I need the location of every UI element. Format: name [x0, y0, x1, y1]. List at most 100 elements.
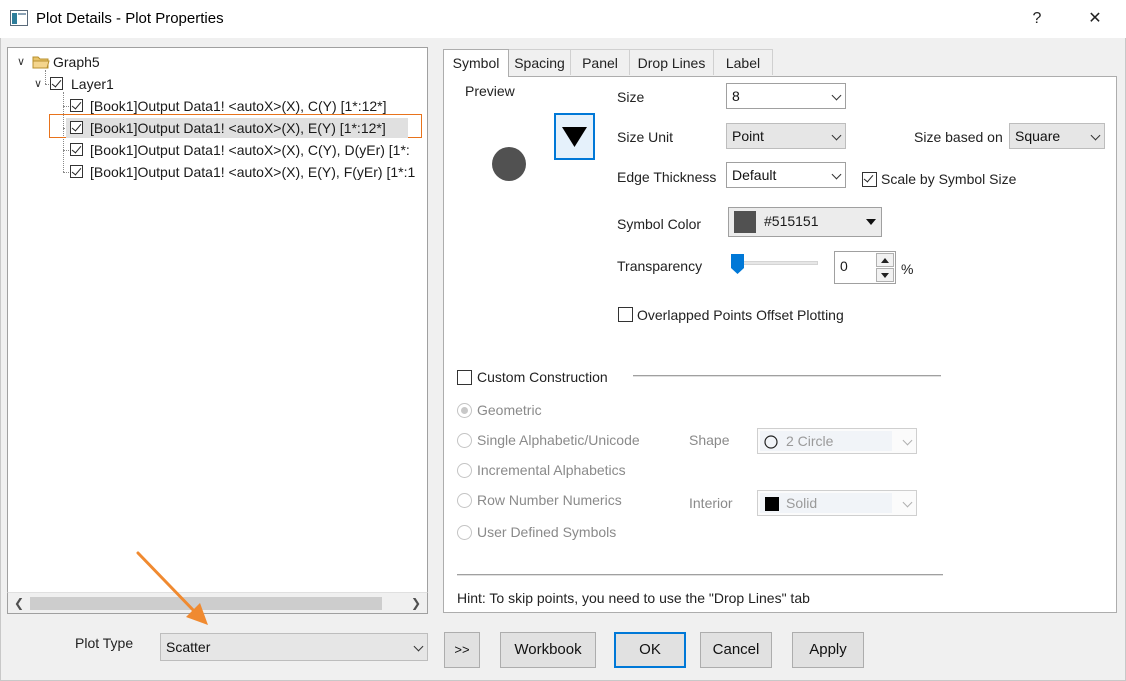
plot-label: [Book1]Output Data1! <autoX>(X), C(Y) [1…: [90, 98, 387, 114]
transparency-value: 0: [840, 258, 848, 274]
circle-outline-icon: [764, 435, 778, 449]
transparency-spinbox[interactable]: 0: [834, 251, 896, 284]
tree-item-plot[interactable]: [Book1]Output Data1! <autoX>(X), C(Y), D…: [8, 140, 427, 160]
caret-down-icon: [866, 219, 876, 225]
plot-checkbox[interactable]: [70, 143, 83, 156]
symbol-preview: [492, 147, 526, 181]
help-button[interactable]: ?: [1014, 6, 1060, 32]
plot-checkbox[interactable]: [70, 121, 83, 134]
chevron-down-icon: [413, 641, 424, 652]
radio-incremental-alphabetics-label[interactable]: Incremental Alphabetics: [477, 462, 626, 478]
size-based-on-label: Size based on: [914, 129, 1003, 145]
tab-panel[interactable]: Panel: [570, 49, 630, 75]
separator-line: [457, 574, 943, 577]
shape-label: Shape: [689, 432, 730, 448]
radio-geometric[interactable]: [457, 403, 472, 418]
close-button[interactable]: ✕: [1072, 6, 1118, 32]
edge-thickness-combo[interactable]: Default: [726, 162, 846, 188]
edge-thickness-value: Default: [732, 167, 777, 183]
spin-up-icon: [881, 258, 889, 263]
radio-incremental-alphabetics[interactable]: [457, 463, 472, 478]
transparency-slider-track[interactable]: [736, 261, 818, 265]
workbook-button[interactable]: Workbook: [500, 632, 596, 668]
interior-combo[interactable]: Solid: [757, 490, 917, 516]
radio-user-defined-symbols[interactable]: [457, 525, 472, 540]
symbol-color-value: #515151: [764, 213, 819, 229]
interior-label: Interior: [689, 495, 733, 511]
plot-type-value: Scatter: [166, 639, 211, 655]
scale-by-symbol-size-checkbox[interactable]: [862, 172, 877, 187]
symbol-gallery-button[interactable]: [554, 113, 595, 160]
cancel-button[interactable]: Cancel: [700, 632, 772, 668]
window-title: Plot Details - Plot Properties: [36, 10, 224, 27]
transparency-slider-thumb[interactable]: [730, 253, 746, 275]
scroll-right-icon[interactable]: ❯: [407, 594, 425, 612]
app-icon: [10, 10, 28, 26]
custom-construction-checkbox[interactable]: [457, 370, 472, 385]
plot-checkbox[interactable]: [70, 165, 83, 178]
shape-value: 2 Circle: [786, 433, 834, 449]
spin-down-icon: [881, 273, 889, 278]
radio-single-alphabetic-label[interactable]: Single Alphabetic/Unicode: [477, 432, 651, 448]
size-combo[interactable]: 8: [726, 83, 846, 109]
apply-button[interactable]: Apply: [792, 632, 864, 668]
size-based-on-value: Square: [1015, 128, 1061, 144]
size-unit-value: Point: [732, 128, 764, 144]
expand-button[interactable]: >>: [444, 632, 480, 668]
size-unit-label: Size Unit: [617, 129, 674, 145]
tree-root-label: Graph5: [53, 54, 100, 70]
title-bar: Plot Details - Plot Properties ? ✕: [0, 0, 1126, 38]
chevron-down-icon: [1090, 130, 1101, 141]
tab-symbol[interactable]: Symbol: [443, 49, 509, 77]
tree-node-graph[interactable]: ∨ Graph5: [8, 52, 308, 72]
size-label: Size: [617, 89, 645, 105]
chevron-down-icon: [902, 435, 913, 446]
annotation-arrow-icon: [136, 551, 208, 625]
overlapped-points-checkbox[interactable]: [618, 307, 633, 322]
plot-label: [Book1]Output Data1! <autoX>(X), C(Y), D…: [90, 142, 410, 158]
chevron-down-icon: [902, 497, 913, 508]
custom-construction-label[interactable]: Custom Construction: [477, 369, 608, 385]
hint-text: Hint: To skip points, you need to use th…: [457, 590, 810, 606]
tree-item-plot[interactable]: [Book1]Output Data1! <autoX>(X), C(Y) [1…: [8, 96, 427, 116]
radio-single-alphabetic[interactable]: [457, 433, 472, 448]
plot-checkbox[interactable]: [70, 99, 83, 112]
color-swatch: [734, 211, 756, 233]
interior-value: Solid: [786, 495, 818, 511]
size-value: 8: [732, 88, 740, 104]
radio-user-defined-symbols-label[interactable]: User Defined Symbols: [477, 524, 616, 540]
scroll-left-icon[interactable]: ❮: [10, 594, 28, 612]
size-based-on-select[interactable]: Square: [1009, 123, 1105, 149]
chevron-down-icon: [831, 169, 842, 180]
preview-label: Preview: [465, 83, 515, 99]
ok-button[interactable]: OK: [614, 632, 686, 668]
overlapped-points-label[interactable]: Overlapped Points Offset Plotting: [637, 307, 844, 323]
scale-by-symbol-size-label[interactable]: Scale by Symbol Size: [881, 171, 1016, 187]
tree-layer-label: Layer1: [71, 76, 114, 92]
edge-thickness-label: Edge Thickness: [617, 169, 717, 185]
chevron-down-icon[interactable]: ∨: [34, 74, 42, 94]
chevron-down-icon[interactable]: ∨: [17, 52, 25, 72]
tab-drop-lines[interactable]: Drop Lines: [629, 49, 714, 75]
plot-label: [Book1]Output Data1! <autoX>(X), E(Y), F…: [90, 164, 416, 180]
solid-fill-icon: [765, 497, 779, 511]
spin-down-button[interactable]: [876, 268, 894, 282]
tab-spacing[interactable]: Spacing: [508, 49, 571, 75]
triangle-down-icon: [562, 127, 587, 147]
tab-label[interactable]: Label: [713, 49, 773, 75]
tree-node-layer[interactable]: ∨ Layer1: [8, 74, 308, 94]
layer-checkbox[interactable]: [50, 77, 63, 90]
plot-tree[interactable]: ∨ Graph5 ∨ Layer1 [Book1]Output Data1! <…: [7, 47, 428, 614]
radio-geometric-label[interactable]: Geometric: [477, 402, 542, 418]
size-unit-select[interactable]: Point: [726, 123, 846, 149]
radio-row-number-numerics-label[interactable]: Row Number Numerics: [477, 492, 622, 508]
tree-item-plot[interactable]: [Book1]Output Data1! <autoX>(X), E(Y), F…: [8, 162, 427, 182]
plot-type-select[interactable]: Scatter: [160, 633, 428, 661]
plot-label: [Book1]Output Data1! <autoX>(X), E(Y) [1…: [90, 120, 386, 136]
tree-item-plot[interactable]: [Book1]Output Data1! <autoX>(X), E(Y) [1…: [66, 118, 408, 138]
shape-combo[interactable]: 2 Circle: [757, 428, 917, 454]
symbol-color-label: Symbol Color: [617, 216, 702, 232]
radio-row-number-numerics[interactable]: [457, 493, 472, 508]
symbol-color-picker[interactable]: #515151: [728, 207, 882, 237]
spin-up-button[interactable]: [876, 253, 894, 267]
